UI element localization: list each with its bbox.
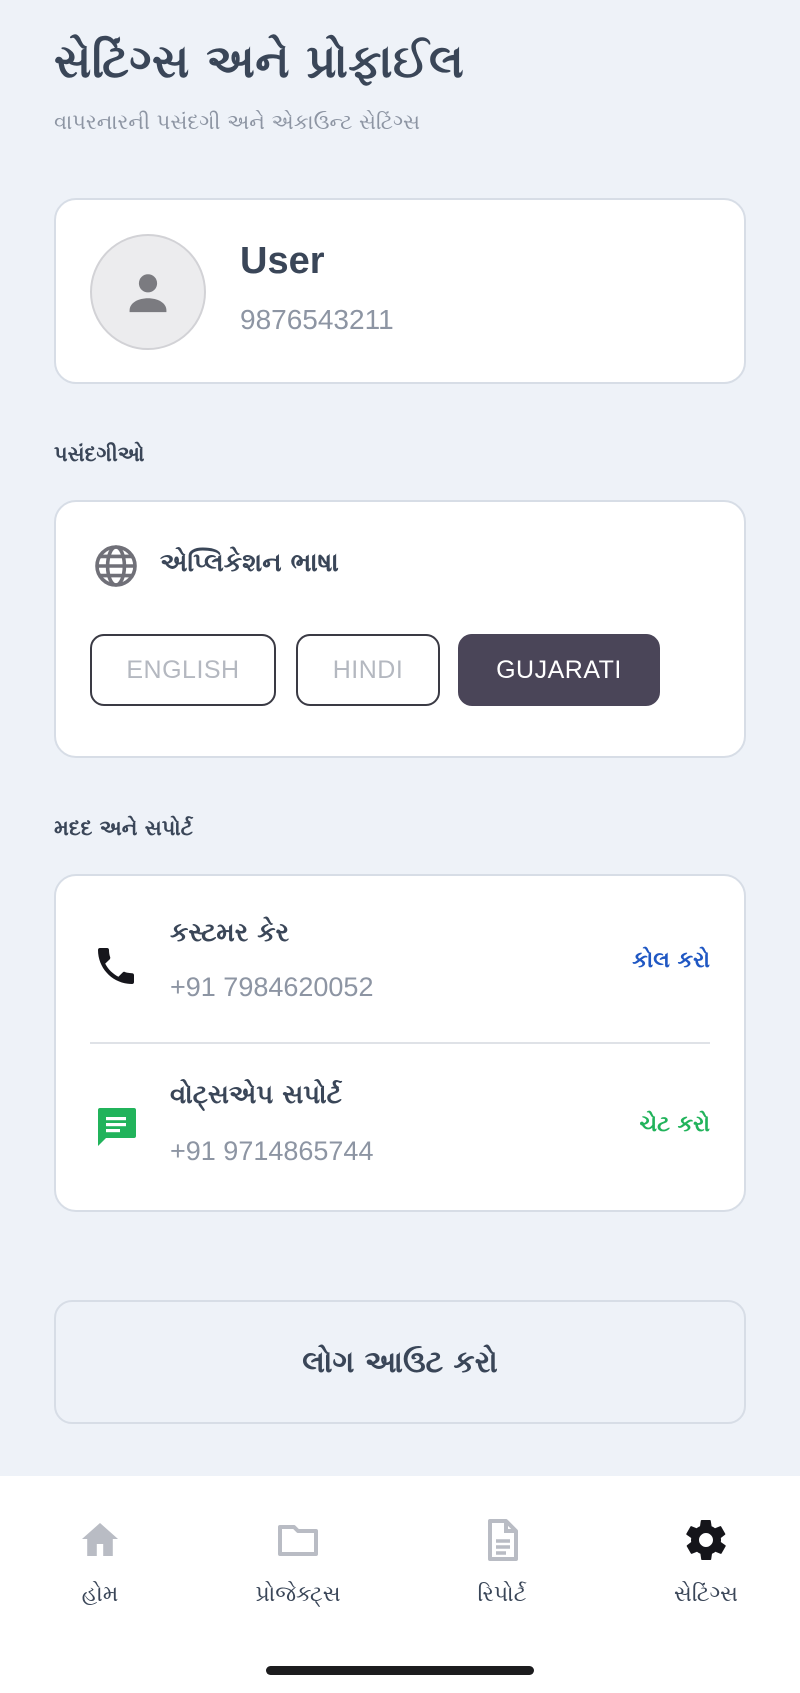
customer-care-number: +91 7984620052 (170, 972, 374, 1002)
page-subtitle: વાપરનારની પસંદગી અને એકાઉન્ટ સેટિંગ્સ (54, 110, 421, 134)
phone-icon (98, 948, 134, 984)
customer-care-row[interactable]: કસ્ટમર કેર +91 7984620052 કોલ કરો (56, 876, 744, 1044)
language-label: એપ્લિકેશન ભાષા (160, 548, 339, 578)
avatar[interactable] (90, 234, 206, 350)
nav-label-projects: પ્રોજેક્ટ્સ (255, 1582, 341, 1607)
support-card: કસ્ટમર કેર +91 7984620052 કોલ કરો વોટ્સએ… (54, 874, 746, 1212)
chat-icon (98, 1108, 136, 1146)
bottom-nav: હોમ પ્રોજેક્ટ્સ રિપોર્ટ સેટિંગ્સ (0, 1476, 800, 1693)
whatsapp-support-row[interactable]: વોટ્સએપ સપોર્ટ +91 9714865744 ચેટ કરો (56, 1044, 744, 1212)
page-title: સેટિંગ્સ અને પ્રોફાઈલ (54, 34, 465, 88)
profile-name: User (240, 240, 325, 282)
whatsapp-support-title: વોટ્સએપ સપોર્ટ (170, 1080, 342, 1110)
gear-icon (686, 1520, 726, 1560)
language-option-english[interactable]: ENGLISH (90, 634, 276, 706)
support-section-title: મદદ અને સપોર્ટ (54, 816, 193, 840)
whatsapp-support-number: +91 9714865744 (170, 1136, 374, 1166)
logout-button[interactable]: લોગ આઉટ કરો (54, 1300, 746, 1424)
chat-button[interactable]: ચેટ કરો (640, 1112, 710, 1137)
globe-icon (95, 545, 137, 587)
preferences-section-title: પસંદગીઓ (54, 442, 145, 466)
call-button[interactable]: કોલ કરો (632, 948, 710, 973)
customer-care-title: કસ્ટમર કેર (170, 918, 290, 948)
nav-label-settings: સેટિંગ્સ (674, 1582, 738, 1607)
nav-item-settings[interactable]: સેટિંગ્સ (606, 1516, 800, 1636)
language-card: એપ્લિકેશન ભાષા ENGLISH HINDI GUJARATI (54, 500, 746, 758)
nav-item-home[interactable]: હોમ (0, 1516, 200, 1636)
language-option-gujarati[interactable]: GUJARATI (458, 634, 660, 706)
document-icon (488, 1519, 518, 1561)
language-option-hindi[interactable]: HINDI (296, 634, 440, 706)
person-icon (129, 274, 167, 313)
home-indicator (266, 1666, 534, 1675)
nav-item-report[interactable]: રિપોર્ટ (402, 1516, 602, 1636)
nav-item-projects[interactable]: પ્રોજેક્ટ્સ (198, 1516, 398, 1636)
nav-label-report: રિપોર્ટ (477, 1582, 527, 1607)
nav-label-home: હોમ (81, 1582, 119, 1607)
folder-icon (278, 1525, 318, 1556)
profile-card[interactable]: User 9876543211 (54, 198, 746, 384)
profile-phone: 9876543211 (240, 304, 394, 335)
home-icon (82, 1523, 118, 1556)
